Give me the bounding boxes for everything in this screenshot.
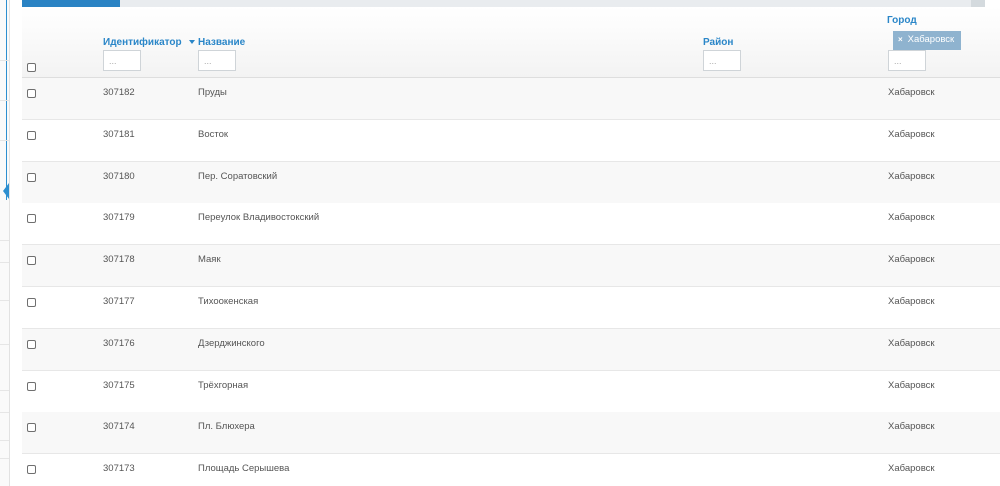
row-checkbox[interactable] xyxy=(27,256,36,266)
table-row[interactable]: 307177 Тихоокенская Хабаровск xyxy=(22,287,1000,329)
row-checkbox[interactable] xyxy=(27,423,36,433)
cell-name: Пер. Соратовский xyxy=(198,170,278,182)
column-header-name[interactable]: Название xyxy=(198,37,245,48)
grid-header: Идентификатор ... Название ... Район ...… xyxy=(22,7,1000,78)
cell-city: Хабаровск xyxy=(888,296,935,307)
cell-city: Хабаровск xyxy=(888,379,935,391)
column-city-label: Город xyxy=(887,15,917,26)
cell-city: Хабаровск xyxy=(888,87,935,98)
rail-divider xyxy=(0,100,9,101)
tab-active[interactable] xyxy=(22,0,120,7)
column-district-label: Район xyxy=(703,37,734,48)
table-row[interactable]: 307176 Дзерджинского Хабаровск xyxy=(22,328,1000,371)
cell-id: 307174 xyxy=(103,421,135,433)
row-checkbox[interactable] xyxy=(27,214,36,224)
cell-name: Пруды xyxy=(198,87,227,98)
rail-divider xyxy=(0,344,9,345)
cell-id: 307173 xyxy=(103,463,135,475)
cell-name: Пл. Блюхера xyxy=(198,421,255,433)
column-name-label: Название xyxy=(198,37,246,48)
cell-city: Хабаровск xyxy=(888,463,935,475)
table-row[interactable]: 307178 Маяк Хабаровск xyxy=(22,245,1000,288)
cell-id: 307175 xyxy=(103,379,135,391)
city-filter-input[interactable]: ... xyxy=(888,50,926,71)
table-row[interactable]: 307174 Пл. Блюхера Хабаровск xyxy=(22,412,1000,455)
rail-divider xyxy=(0,412,9,413)
table-row[interactable]: 307181 Восток Хабаровск xyxy=(22,119,1000,162)
table-row[interactable]: 307175 Трёхгорная Хабаровск xyxy=(22,370,1000,413)
rail-divider xyxy=(0,262,9,263)
cell-name: Площадь Серышева xyxy=(198,463,290,475)
cell-city: Хабаровск xyxy=(888,170,935,182)
district-filter-input[interactable]: ... xyxy=(703,50,741,71)
table-row[interactable]: 307182 Пруды Хабаровск xyxy=(22,78,1000,120)
table-row[interactable]: 307173 Площадь Серышева Хабаровск xyxy=(22,454,1000,486)
cell-name: Тихоокенская xyxy=(198,296,259,307)
row-checkbox[interactable] xyxy=(27,381,36,391)
column-header-id[interactable]: Идентификатор xyxy=(103,37,195,48)
chip-remove-icon[interactable]: × xyxy=(898,35,903,44)
cell-id: 307182 xyxy=(103,87,135,98)
tab-strip-end xyxy=(971,0,985,7)
rail-divider xyxy=(0,140,9,141)
rail-divider xyxy=(0,390,9,391)
city-filter-chip[interactable]: × Хабаровск xyxy=(893,31,961,50)
cell-id: 307177 xyxy=(103,296,135,307)
cell-name: Дзерджинского xyxy=(198,337,265,349)
column-id-label: Идентификатор xyxy=(103,37,182,48)
name-filter-input[interactable]: ... xyxy=(198,50,236,71)
column-header-city[interactable]: Город xyxy=(887,15,917,26)
row-checkbox[interactable] xyxy=(27,89,36,98)
cell-city: Хабаровск xyxy=(888,212,935,224)
sidebar-collapse-arrow-icon[interactable] xyxy=(3,183,9,199)
row-checkbox[interactable] xyxy=(27,339,36,349)
rail-divider xyxy=(0,240,9,241)
cell-city: Хабаровск xyxy=(888,421,935,433)
cell-city: Хабаровск xyxy=(888,254,935,266)
rail-divider xyxy=(0,300,9,301)
cell-id: 307180 xyxy=(103,170,135,182)
cell-city: Хабаровск xyxy=(888,128,935,140)
cell-name: Восток xyxy=(198,128,229,140)
cell-name: Переулок Владивостокский xyxy=(198,212,320,224)
table-row[interactable]: 307180 Пер. Соратовский Хабаровск xyxy=(22,161,1000,204)
cell-id: 307179 xyxy=(103,212,135,224)
rail-divider xyxy=(0,458,9,459)
left-sidebar-rail xyxy=(0,0,10,486)
row-checkbox[interactable] xyxy=(27,465,36,475)
column-header-district[interactable]: Район xyxy=(703,37,733,48)
row-checkbox[interactable] xyxy=(27,130,36,140)
rail-divider xyxy=(0,440,9,441)
chip-label: Хабаровск xyxy=(907,34,955,45)
tab-strip xyxy=(22,0,985,7)
id-filter-input[interactable]: ... xyxy=(103,50,141,71)
cell-id: 307181 xyxy=(103,128,135,140)
cell-name: Трёхгорная xyxy=(198,379,249,391)
cell-id: 307176 xyxy=(103,337,135,349)
cell-city: Хабаровск xyxy=(888,337,935,349)
table-row[interactable]: 307179 Переулок Владивостокский Хабаровск xyxy=(22,203,1000,246)
row-checkbox[interactable] xyxy=(27,172,36,182)
sort-desc-icon[interactable] xyxy=(188,40,195,45)
cell-name: Маяк xyxy=(198,254,221,266)
data-grid: Идентификатор ... Название ... Район ...… xyxy=(22,7,1000,486)
cell-id: 307178 xyxy=(103,254,135,266)
select-all-checkbox[interactable] xyxy=(27,63,36,72)
row-checkbox[interactable] xyxy=(27,298,36,307)
rail-divider xyxy=(0,60,9,61)
